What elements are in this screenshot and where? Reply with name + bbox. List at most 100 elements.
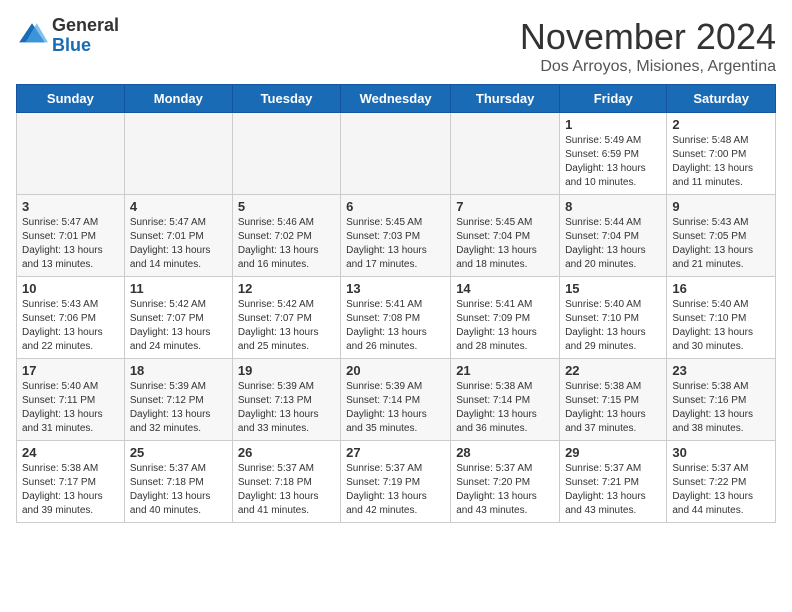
cell-info: Sunrise: 5:39 AMSunset: 7:12 PMDaylight:… [130, 380, 227, 436]
cell-info: Sunrise: 5:38 AMSunset: 7:16 PMDaylight:… [672, 380, 770, 436]
page-header: General Blue November 2024 Dos Arroyos, … [16, 16, 776, 76]
day-number: 20 [346, 363, 445, 378]
calendar-week-row: 3 Sunrise: 5:47 AMSunset: 7:01 PMDaylight… [17, 195, 776, 277]
calendar-cell: 26 Sunrise: 5:37 AMSunset: 7:18 PMDayligh… [232, 441, 340, 523]
calendar-cell: 30Sunrise: 5:37 AMSunset: 7:22 PMDayligh… [667, 441, 776, 523]
day-number: 16 [672, 281, 770, 296]
month-title: November 2024 [520, 16, 776, 58]
cell-info: Sunrise: 5:47 AMSunset: 7:01 PMDaylight:… [130, 216, 227, 272]
calendar-cell: 17Sunrise: 5:40 AMSunset: 7:11 PMDayligh… [17, 359, 125, 441]
column-header-sunday: Sunday [17, 85, 125, 113]
day-number: 5 [238, 199, 335, 214]
calendar-cell: 10 Sunrise: 5:43 AMSunset: 7:06 PMDayligh… [17, 277, 125, 359]
day-number: 2 [672, 117, 770, 132]
day-number: 7 [456, 199, 554, 214]
calendar-cell: 20 Sunrise: 5:39 AMSunset: 7:14 PMDayligh… [341, 359, 451, 441]
calendar-cell: 15 Sunrise: 5:40 AMSunset: 7:10 PMDayligh… [560, 277, 667, 359]
day-number: 23 [672, 363, 770, 378]
cell-info: Sunrise: 5:48 AMSunset: 7:00 PMDaylight:… [672, 134, 770, 190]
day-number: 6 [346, 199, 445, 214]
cell-info: Sunrise: 5:41 AMSunset: 7:08 PMDaylight:… [346, 298, 445, 354]
calendar-cell: 18Sunrise: 5:39 AMSunset: 7:12 PMDayligh… [124, 359, 232, 441]
title-block: November 2024 Dos Arroyos, Misiones, Arg… [520, 16, 776, 76]
day-number: 13 [346, 281, 445, 296]
cell-info: Sunrise: 5:44 AMSunset: 7:04 PMDaylight:… [565, 216, 661, 272]
day-number: 21 [456, 363, 554, 378]
logo-icon [16, 20, 48, 52]
calendar-week-row: 10 Sunrise: 5:43 AMSunset: 7:06 PMDayligh… [17, 277, 776, 359]
calendar-cell: 28 Sunrise: 5:37 AMSunset: 7:20 PMDayligh… [451, 441, 560, 523]
calendar-cell: 13 Sunrise: 5:41 AMSunset: 7:08 PMDayligh… [341, 277, 451, 359]
cell-info: Sunrise: 5:47 AMSunset: 7:01 PMDaylight:… [22, 216, 119, 272]
column-header-monday: Monday [124, 85, 232, 113]
calendar-cell: 2 Sunrise: 5:48 AMSunset: 7:00 PMDaylight… [667, 113, 776, 195]
cell-info: Sunrise: 5:37 AMSunset: 7:22 PMDaylight:… [672, 462, 770, 518]
day-number: 27 [346, 445, 445, 460]
cell-info: Sunrise: 5:37 AMSunset: 7:20 PMDaylight:… [456, 462, 554, 518]
cell-info: Sunrise: 5:38 AMSunset: 7:15 PMDaylight:… [565, 380, 661, 436]
logo-blue-text: Blue [52, 35, 91, 55]
calendar-cell: 7 Sunrise: 5:45 AMSunset: 7:04 PMDaylight… [451, 195, 560, 277]
cell-info: Sunrise: 5:40 AMSunset: 7:10 PMDaylight:… [565, 298, 661, 354]
cell-info: Sunrise: 5:37 AMSunset: 7:18 PMDaylight:… [238, 462, 335, 518]
calendar-cell [232, 113, 340, 195]
cell-info: Sunrise: 5:39 AMSunset: 7:13 PMDaylight:… [238, 380, 335, 436]
calendar-header-row: SundayMondayTuesdayWednesdayThursdayFrid… [17, 85, 776, 113]
calendar-cell: 4Sunrise: 5:47 AMSunset: 7:01 PMDaylight… [124, 195, 232, 277]
cell-info: Sunrise: 5:45 AMSunset: 7:03 PMDaylight:… [346, 216, 445, 272]
day-number: 15 [565, 281, 661, 296]
calendar-cell: 21 Sunrise: 5:38 AMSunset: 7:14 PMDayligh… [451, 359, 560, 441]
cell-info: Sunrise: 5:38 AMSunset: 7:14 PMDaylight:… [456, 380, 554, 436]
day-number: 28 [456, 445, 554, 460]
day-number: 12 [238, 281, 335, 296]
logo: General Blue [16, 16, 119, 56]
calendar-cell: 1Sunrise: 5:49 AMSunset: 6:59 PMDaylight… [560, 113, 667, 195]
calendar-cell: 14 Sunrise: 5:41 AMSunset: 7:09 PMDayligh… [451, 277, 560, 359]
day-number: 29 [565, 445, 661, 460]
day-number: 9 [672, 199, 770, 214]
column-header-wednesday: Wednesday [341, 85, 451, 113]
calendar-cell: 6 Sunrise: 5:45 AMSunset: 7:03 PMDaylight… [341, 195, 451, 277]
day-number: 8 [565, 199, 661, 214]
day-number: 22 [565, 363, 661, 378]
cell-info: Sunrise: 5:43 AMSunset: 7:06 PMDaylight:… [22, 298, 119, 354]
calendar-cell: 25 Sunrise: 5:37 AMSunset: 7:18 PMDayligh… [124, 441, 232, 523]
column-header-friday: Friday [560, 85, 667, 113]
cell-info: Sunrise: 5:45 AMSunset: 7:04 PMDaylight:… [456, 216, 554, 272]
day-number: 1 [565, 117, 661, 132]
calendar-week-row: 17Sunrise: 5:40 AMSunset: 7:11 PMDayligh… [17, 359, 776, 441]
day-number: 14 [456, 281, 554, 296]
cell-info: Sunrise: 5:46 AMSunset: 7:02 PMDaylight:… [238, 216, 335, 272]
cell-info: Sunrise: 5:42 AMSunset: 7:07 PMDaylight:… [130, 298, 227, 354]
calendar-cell: 3 Sunrise: 5:47 AMSunset: 7:01 PMDaylight… [17, 195, 125, 277]
day-number: 10 [22, 281, 119, 296]
calendar-cell: 27 Sunrise: 5:37 AMSunset: 7:19 PMDayligh… [341, 441, 451, 523]
calendar-cell: 22 Sunrise: 5:38 AMSunset: 7:15 PMDayligh… [560, 359, 667, 441]
calendar-cell [124, 113, 232, 195]
cell-info: Sunrise: 5:38 AMSunset: 7:17 PMDaylight:… [22, 462, 119, 518]
calendar-cell [341, 113, 451, 195]
calendar-cell [451, 113, 560, 195]
cell-info: Sunrise: 5:41 AMSunset: 7:09 PMDaylight:… [456, 298, 554, 354]
calendar-week-row: 1Sunrise: 5:49 AMSunset: 6:59 PMDaylight… [17, 113, 776, 195]
day-number: 25 [130, 445, 227, 460]
cell-info: Sunrise: 5:37 AMSunset: 7:18 PMDaylight:… [130, 462, 227, 518]
calendar-cell: 29 Sunrise: 5:37 AMSunset: 7:21 PMDayligh… [560, 441, 667, 523]
cell-info: Sunrise: 5:42 AMSunset: 7:07 PMDaylight:… [238, 298, 335, 354]
calendar-cell: 11Sunrise: 5:42 AMSunset: 7:07 PMDayligh… [124, 277, 232, 359]
day-number: 26 [238, 445, 335, 460]
cell-info: Sunrise: 5:40 AMSunset: 7:11 PMDaylight:… [22, 380, 119, 436]
cell-info: Sunrise: 5:37 AMSunset: 7:19 PMDaylight:… [346, 462, 445, 518]
calendar-cell: 19Sunrise: 5:39 AMSunset: 7:13 PMDayligh… [232, 359, 340, 441]
cell-info: Sunrise: 5:43 AMSunset: 7:05 PMDaylight:… [672, 216, 770, 272]
calendar-cell: 23 Sunrise: 5:38 AMSunset: 7:16 PMDayligh… [667, 359, 776, 441]
calendar-cell: 24Sunrise: 5:38 AMSunset: 7:17 PMDayligh… [17, 441, 125, 523]
calendar-week-row: 24Sunrise: 5:38 AMSunset: 7:17 PMDayligh… [17, 441, 776, 523]
cell-info: Sunrise: 5:37 AMSunset: 7:21 PMDaylight:… [565, 462, 661, 518]
location-subtitle: Dos Arroyos, Misiones, Argentina [520, 58, 776, 76]
cell-info: Sunrise: 5:39 AMSunset: 7:14 PMDaylight:… [346, 380, 445, 436]
column-header-thursday: Thursday [451, 85, 560, 113]
cell-info: Sunrise: 5:40 AMSunset: 7:10 PMDaylight:… [672, 298, 770, 354]
day-number: 3 [22, 199, 119, 214]
column-header-saturday: Saturday [667, 85, 776, 113]
